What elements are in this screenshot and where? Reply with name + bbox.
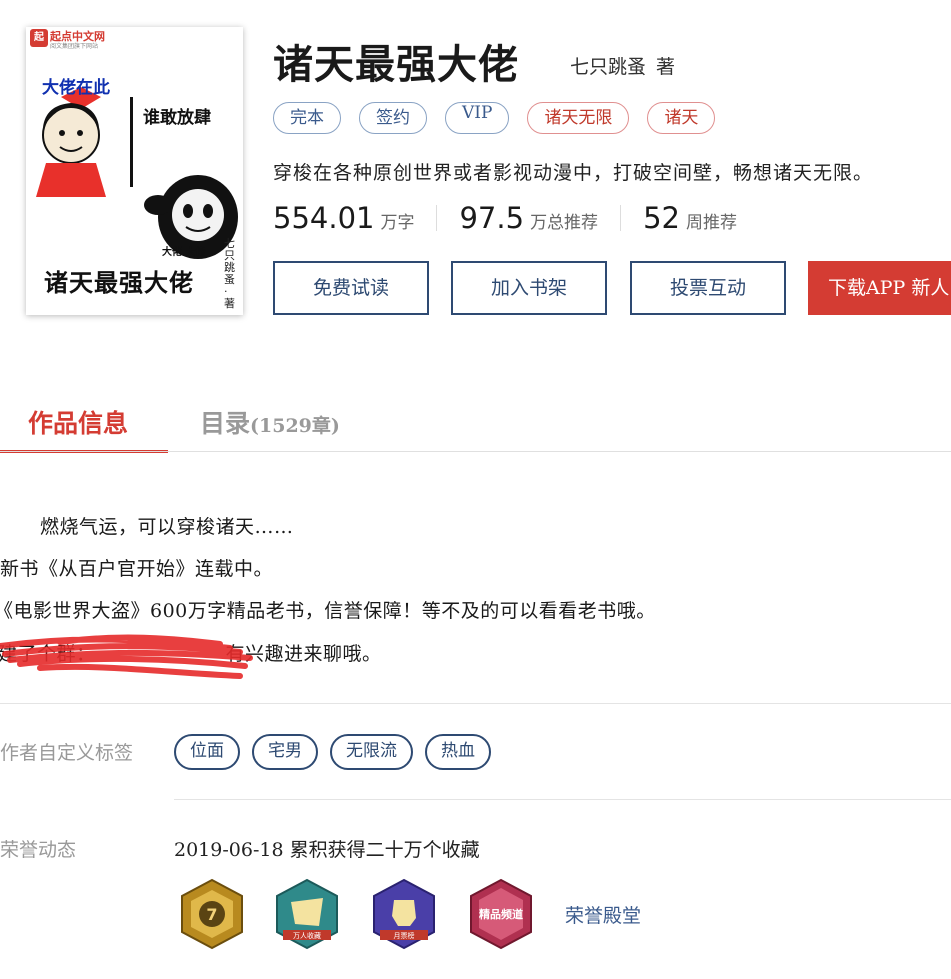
stat-word-count: 554.01 万字 xyxy=(273,201,414,235)
badge-2-text: 万人收藏 xyxy=(293,931,321,940)
tab-catalog-label: 目录 xyxy=(200,409,251,438)
book-intro: 穿梭在各种原创世界或者影视动漫中，打破空间壁，畅想诸天无限。 xyxy=(273,162,874,184)
custom-tag[interactable]: 位面 xyxy=(174,734,240,770)
stat-total-recommend-unit: 万总推荐 xyxy=(530,213,599,233)
tab-divider xyxy=(0,451,951,452)
jingpin-pindao-badge-icon[interactable]: 精品频道 xyxy=(467,878,535,950)
add-to-shelf-button[interactable]: 加入书架 xyxy=(451,261,607,315)
tag-completed: 完本 xyxy=(273,102,341,134)
honor-text: 累积获得二十万个收藏 xyxy=(289,839,480,861)
free-read-button[interactable]: 免费试读 xyxy=(273,261,429,315)
tab-book-info-label: 作品信息 xyxy=(28,409,129,438)
tag-subcategory[interactable]: 诸天 xyxy=(647,102,716,134)
desc-line-3: 《电影世界大盗》600万字精品老书，信誉保障！等不及的可以看看老书哦。 xyxy=(0,600,656,622)
badge-4-text: 精品频道 xyxy=(479,907,523,921)
custom-tags: 位面 宅男 无限流 热血 xyxy=(174,734,503,770)
tag-category[interactable]: 诸天无限 xyxy=(527,102,630,134)
tab-catalog-count: (1529章) xyxy=(250,415,340,437)
stat-divider xyxy=(436,205,438,231)
honors-label: 荣誉动态 xyxy=(0,839,77,861)
desc-line-1: 燃烧气运，可以穿梭诸天…… xyxy=(40,516,294,538)
section-divider xyxy=(0,703,951,704)
stat-word-count-unit: 万字 xyxy=(380,213,415,233)
honor-date: 2019-06-18 xyxy=(174,839,284,861)
custom-tag[interactable]: 宅男 xyxy=(252,734,318,770)
section-divider xyxy=(174,799,951,800)
redaction-scribble xyxy=(0,634,253,679)
cover-title: 诸天最强大佬 xyxy=(44,268,194,297)
stat-weekly-recommend: 52 周推荐 xyxy=(643,201,737,235)
cover-text-small: 大佬 大佬 xyxy=(162,247,206,258)
book-stats: 554.01 万字 97.5 万总推荐 52 周推荐 xyxy=(273,201,737,235)
cover-author: 七只跳蚤·著 xyxy=(224,237,235,310)
stat-total-recommend-value: 97.5 xyxy=(459,201,525,235)
cover-text-mid: 谁敢放肆 xyxy=(143,108,211,128)
tag-vip: VIP xyxy=(445,102,510,134)
rank-7-badge-icon[interactable]: 7 xyxy=(178,878,246,950)
tab-catalog[interactable]: 目录(1529章) xyxy=(200,404,340,440)
stat-total-recommend: 97.5 万总推荐 xyxy=(459,201,598,235)
stat-weekly-recommend-unit: 周推荐 xyxy=(685,213,737,233)
fist-badge-icon[interactable]: 月票榜 xyxy=(370,878,438,950)
tag-signed: 签约 xyxy=(359,102,427,134)
honor-hall-link[interactable]: 荣誉殿堂 xyxy=(565,901,641,928)
stat-word-count-value: 554.01 xyxy=(273,201,375,235)
custom-tag[interactable]: 无限流 xyxy=(330,734,413,770)
custom-tag[interactable]: 热血 xyxy=(425,734,491,770)
book-cover[interactable]: 起点 起点中文网 阅文集团旗下网站 大佬在此 谁敢放肆 大佬 大佬 诸天最强大佬… xyxy=(26,27,243,315)
desc-line-2: 新书《从百户官开始》连载中。 xyxy=(0,558,274,580)
cover-stick xyxy=(130,97,133,187)
tab-book-info[interactable]: 作品信息 xyxy=(0,384,168,453)
custom-tags-label: 作者自定义标签 xyxy=(0,742,134,764)
vote-button[interactable]: 投票互动 xyxy=(630,261,786,315)
honor-record: 2019-06-18 累积获得二十万个收藏 xyxy=(174,835,480,862)
stat-divider xyxy=(620,205,622,231)
author-name[interactable]: 七只跳蚤 xyxy=(570,56,646,78)
author-suffix: 著 xyxy=(656,56,676,78)
book-tags: 完本 签约 VIP 诸天无限 诸天 xyxy=(273,102,733,134)
cover-text-top: 大佬在此 xyxy=(42,78,110,98)
wanren-shoucang-badge-icon[interactable]: 万人收藏 xyxy=(273,878,341,950)
book-title: 诸天最强大佬 xyxy=(273,42,519,88)
download-app-button[interactable]: 下载APP 新人 xyxy=(808,261,951,315)
stat-weekly-recommend-value: 52 xyxy=(643,201,680,235)
badge-rank-number: 7 xyxy=(206,905,217,924)
badge-3-text: 月票榜 xyxy=(394,931,415,940)
author-line: 七只跳蚤著 xyxy=(570,52,685,79)
